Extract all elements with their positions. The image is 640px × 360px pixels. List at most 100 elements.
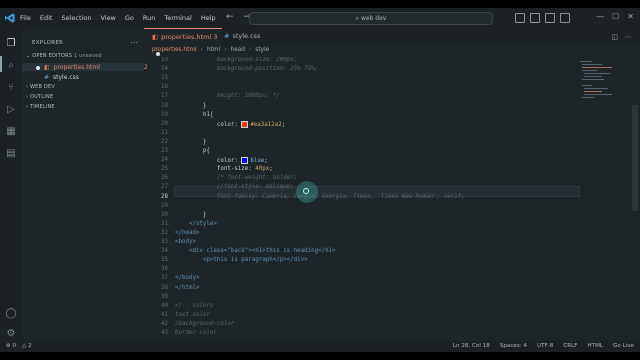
minimize-icon[interactable]: — — [596, 12, 604, 21]
more-actions-icon[interactable]: ⋯ — [130, 38, 138, 47]
line-number: 41 — [161, 311, 168, 318]
status-warnings[interactable]: △ 2 — [22, 341, 32, 352]
split-editor-icon[interactable]: ◫ — [611, 33, 618, 41]
more-actions-icon[interactable]: ⋯ — [625, 33, 632, 41]
command-center-search[interactable]: ⌕ web dev — [249, 12, 493, 25]
breadcrumb-head[interactable]: head — [231, 47, 245, 53]
line-number: 42 — [161, 320, 168, 327]
explorer-sidebar: EXPLORER ⋯ ⌄ OPEN EDITORS 1 unsaved ◧ pr… — [22, 28, 148, 341]
line-number: 34 — [161, 248, 168, 255]
section-timeline[interactable]: › TIMELINE — [26, 104, 55, 110]
mouse-cursor-highlight — [296, 181, 318, 203]
open-editor-properties-html[interactable]: ◧ properties.html 2 — [36, 64, 148, 71]
line-number: 16 — [161, 84, 168, 91]
code-line: /* font-weight: bolder; — [175, 175, 298, 182]
menu-selection[interactable]: Selection — [61, 14, 91, 22]
section-label: TIMELINE — [30, 104, 55, 110]
code-line: </body> — [175, 275, 200, 282]
status-language[interactable]: HTML — [587, 341, 603, 352]
minimap[interactable] — [578, 57, 630, 177]
menu-go[interactable]: Go — [125, 14, 134, 22]
section-web-dev[interactable]: › WEB DEV — [26, 84, 55, 90]
breadcrumb-file[interactable]: properties.html — [152, 47, 197, 53]
menu-run[interactable]: Run — [143, 14, 155, 22]
open-editors-section[interactable]: ⌄ OPEN EDITORS 1 unsaved — [26, 53, 102, 59]
open-editor-style-css[interactable]: # style.css — [36, 74, 79, 81]
code-line: text color — [175, 311, 210, 318]
line-number: 25 — [161, 166, 168, 173]
vscode-logo-icon — [5, 13, 15, 23]
explorer-icon[interactable]: ❐ — [5, 38, 17, 50]
source-control-icon[interactable]: ⑂ — [5, 82, 17, 94]
open-editors-label: OPEN EDITORS — [32, 53, 73, 59]
status-encoding[interactable]: UTF-8 — [537, 341, 553, 352]
breadcrumb: properties.html › html › head › style — [144, 45, 269, 55]
color-swatch-icon[interactable] — [241, 120, 249, 128]
line-number: 26 — [161, 175, 168, 182]
line-number: 21 — [161, 129, 168, 136]
settings-gear-icon[interactable]: ⚙ — [5, 328, 17, 340]
code-line: </style> — [175, 220, 217, 227]
tab-label: properties.html — [161, 33, 212, 41]
code-line: </html> — [175, 284, 200, 291]
extensions-icon[interactable]: ▦ — [5, 126, 17, 138]
activity-bar: ❐ ⌕ ⑂ ▷ ▦ ▤ ◯ ⚙ — [0, 28, 22, 341]
line-number: 32 — [161, 229, 168, 236]
line-number: 19 — [161, 111, 168, 118]
run-debug-icon[interactable]: ▷ — [5, 104, 17, 116]
toggle-secondary-sidebar-icon[interactable] — [545, 13, 555, 23]
code-line: } — [175, 138, 207, 145]
tab-style-css[interactable]: # style.css — [216, 28, 276, 45]
menu-bar: File Edit Selection View Go Run Terminal… — [20, 14, 216, 22]
status-bar: ⊗ 0 △ 2 Ln 28, Col 18 Spaces: 4 UTF-8 CR… — [0, 341, 640, 352]
unsaved-dot-icon — [36, 65, 40, 70]
code-line: //font-style: oblique; — [175, 184, 294, 191]
breadcrumb-html[interactable]: html — [207, 47, 220, 53]
code-line: /background-color — [175, 320, 235, 327]
customize-layout-icon[interactable] — [560, 13, 570, 23]
line-number: 28 — [161, 193, 168, 200]
maximize-icon[interactable]: ☐ — [612, 12, 619, 21]
css-file-icon: # — [44, 74, 50, 81]
line-number: 33 — [161, 239, 168, 245]
status-indentation[interactable]: Spaces: 4 — [500, 341, 527, 352]
testing-icon[interactable]: ▤ — [5, 148, 17, 160]
account-icon[interactable]: ◯ — [5, 308, 17, 320]
editor-actions: ◫ ⋯ — [611, 33, 632, 41]
menu-view[interactable]: View — [100, 14, 115, 22]
line-number: 14 — [161, 66, 168, 73]
layout-controls — [515, 13, 570, 23]
code-line: } — [175, 102, 207, 109]
code-editor[interactable]: 13 background-size: 200px; 14 background-… — [144, 57, 630, 341]
line-number: 27 — [161, 184, 168, 191]
vertical-scrollbar[interactable] — [632, 105, 638, 211]
tab-label: style.css — [232, 32, 261, 40]
chevron-right-icon: › — [224, 47, 227, 53]
status-cursor-position[interactable]: Ln 28, Col 18 — [453, 341, 490, 352]
toggle-panel-icon[interactable] — [530, 13, 540, 23]
explorer-title: EXPLORER — [32, 40, 64, 46]
menu-file[interactable]: File — [20, 14, 31, 22]
tab-properties-html[interactable]: ◧ properties.html 3 — [144, 28, 222, 56]
toggle-sidebar-icon[interactable] — [515, 13, 525, 23]
close-icon[interactable]: ✕ — [627, 12, 634, 21]
menu-terminal[interactable]: Terminal — [164, 14, 191, 22]
search-view-icon[interactable]: ⌕ — [5, 60, 17, 72]
back-arrow-icon[interactable]: ← — [226, 12, 234, 22]
breadcrumb-style[interactable]: style — [255, 47, 269, 53]
line-number: 15 — [161, 75, 168, 82]
status-eol[interactable]: CRLF — [563, 341, 577, 352]
menu-edit[interactable]: Edit — [40, 14, 53, 22]
section-outline[interactable]: › OUTLINE — [26, 94, 53, 100]
active-indicator — [0, 56, 2, 72]
line-number: 24 — [161, 157, 168, 164]
chevron-right-icon: › — [200, 47, 203, 53]
vscode-window: File Edit Selection View Go Run Terminal… — [0, 8, 640, 352]
menu-help[interactable]: Help — [201, 14, 216, 22]
file-name: style.css — [53, 74, 79, 81]
line-number: 40 — [161, 302, 168, 309]
color-swatch-icon[interactable] — [241, 157, 249, 165]
status-errors[interactable]: ⊗ 0 — [6, 341, 16, 352]
window-controls: — ☐ ✕ — [596, 12, 634, 21]
status-go-live[interactable]: Go Live — [613, 341, 634, 352]
